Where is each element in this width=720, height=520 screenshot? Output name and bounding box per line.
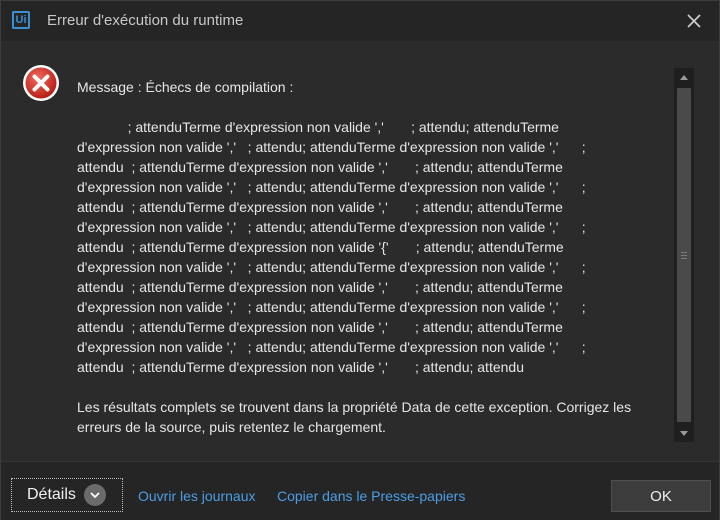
- details-button[interactable]: Détails: [11, 478, 123, 512]
- message-line: d'expression non valide ',' ; attendu; a…: [77, 219, 586, 235]
- details-label: Détails: [27, 486, 76, 503]
- uipath-logo-icon: Ui: [12, 11, 30, 29]
- copy-to-clipboard-link[interactable]: Copier dans le Presse-papiers: [277, 488, 465, 504]
- message-line: attendu ; attenduTerme d'expression non …: [77, 159, 563, 175]
- message-line: d'expression non valide ',' ; attendu; a…: [77, 179, 586, 195]
- window-title: Erreur d'exécution du runtime: [47, 12, 244, 29]
- close-button[interactable]: [679, 7, 709, 35]
- error-icon: [23, 65, 59, 101]
- chevron-down-icon: [83, 484, 106, 506]
- vertical-scrollbar[interactable]: [674, 68, 694, 442]
- dialog-content: Message : Échecs de compilation : ; atte…: [1, 41, 719, 461]
- ok-button[interactable]: OK: [611, 480, 711, 512]
- message-line: attendu ; attenduTerme d'expression non …: [77, 319, 563, 335]
- dialog-footer: Détails Ouvrir les journaux Copier dans …: [1, 461, 719, 520]
- message-line: d'expression non valide ',' ; attendu; a…: [77, 339, 586, 355]
- error-dialog: Ui Erreur d'exécution du runtime Message…: [0, 0, 720, 520]
- message-line: attendu ; attenduTerme d'expression non …: [77, 199, 563, 215]
- scroll-down-button[interactable]: [674, 424, 694, 442]
- message-line: attendu ; attenduTerme d'expression non …: [77, 279, 563, 295]
- message-line: d'expression non valide ',' ; attendu; a…: [77, 259, 586, 275]
- message-line: ; attenduTerme d'expression non valide '…: [77, 119, 559, 135]
- open-logs-link[interactable]: Ouvrir les journaux: [138, 488, 256, 504]
- grip-icon: [681, 252, 687, 259]
- message-line: d'expression non valide ',' ; attendu; a…: [77, 139, 586, 155]
- message-footer-text: Les résultats complets se trouvent dans …: [77, 399, 635, 435]
- message-heading: Message : Échecs de compilation :: [77, 79, 294, 95]
- scroll-up-arrow-icon: [680, 74, 688, 80]
- scroll-down-arrow-icon: [680, 430, 688, 436]
- error-message: Message : Échecs de compilation : ; atte…: [77, 77, 669, 457]
- message-line: d'expression non valide ',' ; attendu; a…: [77, 299, 586, 315]
- message-line: attendu ; attenduTerme d'expression non …: [77, 359, 524, 375]
- scroll-up-button[interactable]: [674, 68, 694, 86]
- close-icon: [687, 14, 701, 28]
- title-bar: Ui Erreur d'exécution du runtime: [1, 1, 719, 41]
- message-line: attendu ; attenduTerme d'expression non …: [77, 239, 564, 255]
- scroll-thumb[interactable]: [677, 88, 691, 422]
